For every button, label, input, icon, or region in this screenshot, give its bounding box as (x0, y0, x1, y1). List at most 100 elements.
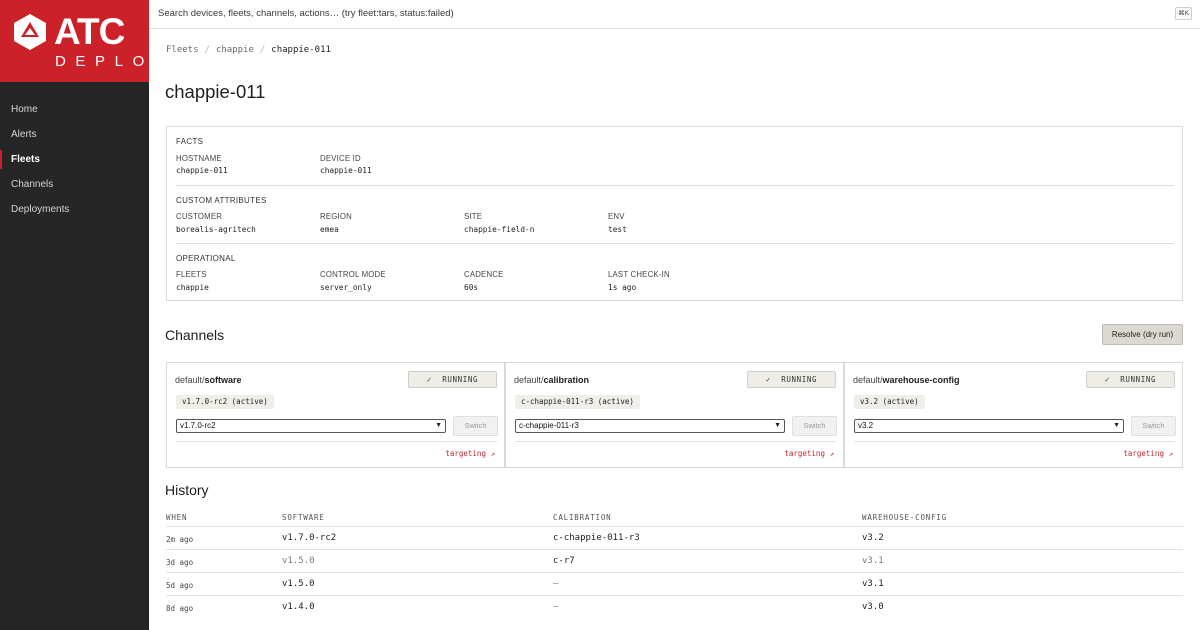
cell-warehouse-config: v3.0 (862, 602, 884, 612)
cell-warehouse-config: v3.1 (862, 556, 884, 566)
cell-software: v1.7.0-rc2 (282, 533, 337, 543)
field-value-env: test (608, 225, 627, 234)
cell-software: v1.4.0 (282, 602, 315, 612)
logo-title: ATC (54, 11, 125, 52)
version-select[interactable]: v3.2 ▼ (854, 419, 1124, 433)
channel-name: default/software (175, 375, 242, 385)
column-header-software: SOFTWARE (282, 513, 325, 522)
check-icon: ✓ (1104, 375, 1111, 384)
status-badge: ✓ RUNNING (408, 371, 497, 388)
facts-heading: FACTS (176, 137, 204, 146)
channel-card-warehouse-config: default/warehouse-config ✓ RUNNING v3.2 … (844, 362, 1183, 468)
version-select[interactable]: v1.7.0-rc2 ▼ (176, 419, 446, 433)
targeting-link[interactable]: targeting ↗ (784, 449, 834, 458)
field-value-customer: borealis-agritech (176, 225, 256, 234)
field-label: HOSTNAME (176, 154, 222, 163)
main-content: Fleets / chappie / chappie-011 chappie-011 F… (149, 29, 1200, 630)
field-label: ENV (608, 212, 625, 221)
field-label: SITE (464, 212, 483, 221)
check-icon: ✓ (426, 375, 433, 384)
field-value-last-check-in: 1s ago (608, 283, 637, 292)
breadcrumb-fleet[interactable]: chappie (216, 45, 254, 55)
breadcrumb-current: chappie-011 (271, 45, 331, 55)
status-badge: ✓ RUNNING (1086, 371, 1175, 388)
field-value-cadence: 60s (464, 283, 479, 292)
logo-hexagon-icon (14, 14, 46, 50)
table-row: 3d ago v1.5.0 c-r7 v3.1 (166, 549, 1183, 572)
channel-title: calibration (543, 375, 590, 385)
cell-when: 5d ago (166, 581, 194, 590)
sidebar-item-channels[interactable]: Channels (0, 172, 149, 197)
status-text: RUNNING (781, 375, 818, 384)
field-label: CADENCE (464, 270, 504, 279)
table-row: 2m ago v1.7.0-rc2 c-chappie-011-r3 v3.2 (166, 526, 1183, 549)
sidebar-item-fleets[interactable]: Fleets (0, 147, 149, 172)
cell-calibration: — (553, 579, 559, 589)
cell-warehouse-config: v3.1 (862, 579, 884, 589)
active-version-badge: v1.7.0-rc2 (active) (176, 395, 274, 409)
column-header-warehouse-config: WAREHOUSE-CONFIG (862, 513, 948, 522)
cell-calibration: c-chappie-011-r3 (553, 533, 640, 543)
targeting-link[interactable]: targeting ↗ (1123, 449, 1173, 458)
chevron-down-icon: ▼ (774, 422, 781, 429)
version-select-value: v1.7.0-rc2 (180, 421, 216, 430)
divider (515, 441, 836, 442)
cell-calibration: c-r7 (553, 556, 575, 566)
field-label: REGION (320, 212, 352, 221)
resolve-dry-run-button[interactable]: Resolve (dry run) (1102, 324, 1183, 345)
field-label: FLEETS (176, 270, 207, 279)
cell-calibration: — (553, 602, 559, 612)
cell-software: v1.5.0 (282, 556, 315, 566)
status-text: RUNNING (442, 375, 479, 384)
search-shortcut-badge: ⌘K (1175, 7, 1192, 20)
cell-when: 3d ago (166, 558, 194, 567)
targeting-link[interactable]: targeting ↗ (445, 449, 495, 458)
cell-when: 2m ago (166, 535, 194, 544)
field-value-control-mode: server_only (320, 283, 372, 292)
sidebar-item-alerts[interactable]: Alerts (0, 122, 149, 147)
channel-prefix: default/ (514, 375, 544, 385)
history-heading: History (165, 482, 209, 498)
field-value-device-id: chappie-011 (320, 166, 372, 175)
switch-button[interactable]: Switch (453, 416, 498, 436)
switch-button[interactable]: Switch (792, 416, 837, 436)
cell-software: v1.5.0 (282, 579, 315, 589)
switch-button[interactable]: Switch (1131, 416, 1176, 436)
table-row: 5d ago v1.5.0 — v3.1 (166, 572, 1183, 595)
divider (176, 243, 1174, 244)
divider (176, 185, 1174, 186)
channel-card-calibration: default/calibration ✓ RUNNING c-chappie-… (505, 362, 844, 468)
sidebar-item-home[interactable]: Home (0, 97, 149, 122)
breadcrumb-fleets[interactable]: Fleets (166, 45, 199, 55)
version-select[interactable]: c-chappie-011-r3 ▼ (515, 419, 785, 433)
search-input[interactable]: Search devices, fleets, channels, action… (158, 8, 454, 19)
divider (854, 441, 1175, 442)
breadcrumb: Fleets / chappie / chappie-011 (166, 45, 331, 55)
page-title: chappie-011 (165, 81, 266, 102)
table-row: 8d ago v1.4.0 — v3.0 (166, 595, 1183, 618)
column-header-when: WHEN (166, 513, 188, 522)
field-label: CONTROL MODE (320, 270, 386, 279)
channel-title: software (204, 375, 242, 385)
column-header-calibration: CALIBRATION (553, 513, 612, 522)
sidebar: ATC DEPLOY Home Alerts Fleets Channels D… (0, 0, 164, 630)
status-text: RUNNING (1120, 375, 1157, 384)
field-label: DEVICE ID (320, 154, 361, 163)
field-value-fleets: chappie (176, 283, 209, 292)
check-icon: ✓ (765, 375, 772, 384)
version-select-value: c-chappie-011-r3 (519, 421, 579, 430)
channel-prefix: default/ (853, 375, 883, 385)
channel-name: default/warehouse-config (853, 375, 960, 385)
cell-when: 8d ago (166, 604, 194, 613)
logo[interactable]: ATC DEPLOY (0, 0, 164, 82)
top-bar: Search devices, fleets, channels, action… (149, 0, 1200, 29)
field-value-hostname: chappie-011 (176, 166, 228, 175)
version-select-value: v3.2 (858, 421, 874, 430)
cell-warehouse-config: v3.2 (862, 533, 884, 543)
field-label: LAST CHECK-IN (608, 270, 670, 279)
channels-heading: Channels (165, 327, 225, 343)
operational-heading: OPERATIONAL (176, 254, 236, 263)
sidebar-item-deployments[interactable]: Deployments (0, 197, 149, 222)
field-label: CUSTOMER (176, 212, 223, 221)
field-value-region: emea (320, 225, 339, 234)
